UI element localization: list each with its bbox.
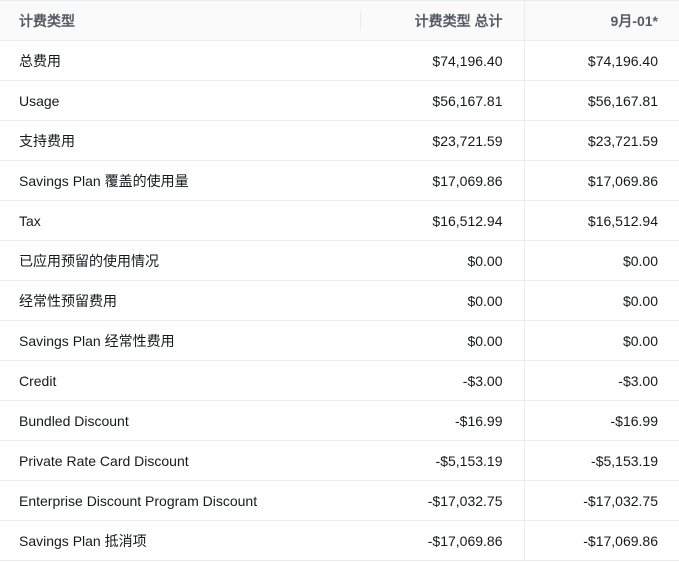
charge-type-cell: Usage (0, 80, 360, 121)
table-row: 支持费用 $23,721.59 $23,721.59 (0, 120, 679, 161)
table-body: 总费用 $74,196.40 $74,196.40 Usage $56,167.81 $5… (0, 40, 679, 561)
table-row: Savings Plan 抵消项 -$17,069.86 -$17,069.86 (0, 520, 679, 561)
column-header-total[interactable]: 计费类型 总计 (360, 0, 524, 41)
table-header: 计费类型 计费类型 总计 9月-01* (0, 0, 679, 41)
total-cost-cell: $0.00 (360, 320, 524, 361)
total-cost-cell: $17,069.86 (360, 160, 524, 201)
charge-type-cell: Enterprise Discount Program Discount (0, 480, 360, 521)
charge-type-cell: Private Rate Card Discount (0, 440, 360, 481)
column-header-label: 9月-01* (610, 12, 658, 29)
total-cost-cell: $0.00 (360, 280, 524, 321)
daily-cost-cell: $16,512.94 (523, 200, 679, 241)
charge-type-cell: Bundled Discount (0, 400, 360, 441)
charge-type-cell: 已应用预留的使用情况 (0, 240, 360, 281)
total-cost-cell: $23,721.59 (360, 120, 524, 161)
daily-cost-cell: $0.00 (523, 280, 679, 321)
charge-type-cell: 经常性预留费用 (0, 280, 360, 321)
total-cost-cell: $56,167.81 (360, 80, 524, 121)
table-row: Savings Plan 经常性费用 $0.00 $0.00 (0, 320, 679, 361)
daily-cost-cell: -$3.00 (523, 360, 679, 401)
charge-type-cell: Savings Plan 覆盖的使用量 (0, 160, 360, 201)
daily-cost-cell: $56,167.81 (523, 80, 679, 121)
table-row: 总费用 $74,196.40 $74,196.40 (0, 40, 679, 81)
charge-type-cell: 总费用 (0, 40, 360, 81)
table-row: Usage $56,167.81 $56,167.81 (0, 80, 679, 121)
charge-type-cell: Credit (0, 360, 360, 401)
column-header-charge-type[interactable]: 计费类型 (0, 0, 360, 41)
total-cost-cell: -$16.99 (360, 400, 524, 441)
column-header-label: 计费类型 (19, 12, 75, 29)
charge-type-cell: Savings Plan 抵消项 (0, 520, 360, 561)
table-row: 已应用预留的使用情况 $0.00 $0.00 (0, 240, 679, 281)
daily-cost-cell: $17,069.86 (523, 160, 679, 201)
total-cost-cell: -$17,032.75 (360, 480, 524, 521)
total-cost-cell: $74,196.40 (360, 40, 524, 81)
charge-type-cell: 支持费用 (0, 120, 360, 161)
daily-cost-cell: -$17,069.86 (523, 520, 679, 561)
column-header-date[interactable]: 9月-01* (523, 0, 679, 41)
daily-cost-cell: $74,196.40 (523, 40, 679, 81)
table-row: Tax $16,512.94 $16,512.94 (0, 200, 679, 241)
table-row: 经常性预留费用 $0.00 $0.00 (0, 280, 679, 321)
daily-cost-cell: $0.00 (523, 240, 679, 281)
total-cost-cell: $16,512.94 (360, 200, 524, 241)
total-cost-cell: -$5,153.19 (360, 440, 524, 481)
total-cost-cell: -$3.00 (360, 360, 524, 401)
daily-cost-cell: -$17,032.75 (523, 480, 679, 521)
total-cost-cell: $0.00 (360, 240, 524, 281)
table-row: Enterprise Discount Program Discount -$17… (0, 480, 679, 521)
column-header-label: 计费类型 总计 (414, 12, 503, 29)
table-row: Savings Plan 覆盖的使用量 $17,069.86 $17,069.86 (0, 160, 679, 201)
cost-breakdown-table: 计费类型 计费类型 总计 9月-01* 总费用 $74,196.40 $74,196… (0, 0, 679, 561)
table-row: Credit -$3.00 -$3.00 (0, 360, 679, 401)
daily-cost-cell: $0.00 (523, 320, 679, 361)
daily-cost-cell: -$5,153.19 (523, 440, 679, 481)
charge-type-cell: Savings Plan 经常性费用 (0, 320, 360, 361)
table-row: Bundled Discount -$16.99 -$16.99 (0, 400, 679, 441)
table-row: Private Rate Card Discount -$5,153.19 -$5,… (0, 440, 679, 481)
charge-type-cell: Tax (0, 200, 360, 241)
daily-cost-cell: $23,721.59 (523, 120, 679, 161)
total-cost-cell: -$17,069.86 (360, 520, 524, 561)
header-row: 计费类型 计费类型 总计 9月-01* (0, 0, 679, 41)
daily-cost-cell: -$16.99 (523, 400, 679, 441)
